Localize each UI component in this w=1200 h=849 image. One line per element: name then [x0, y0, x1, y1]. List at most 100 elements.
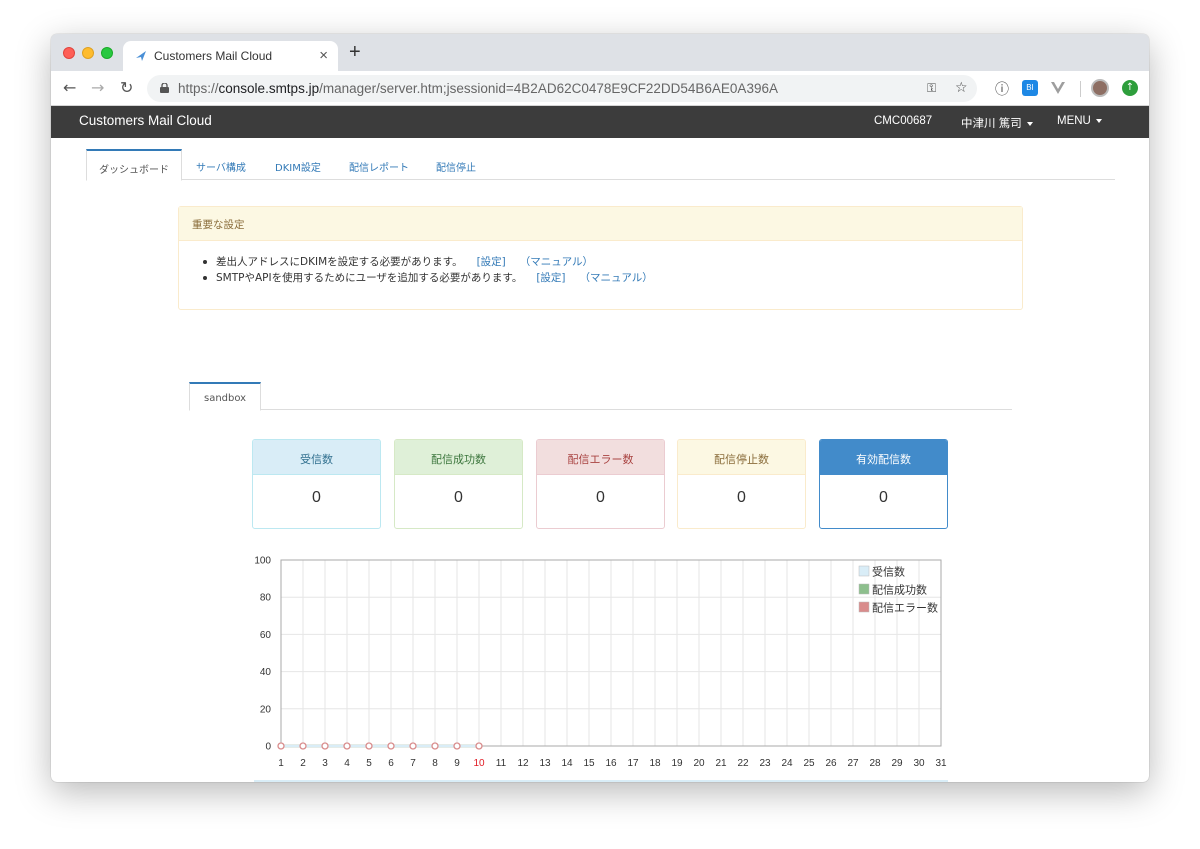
data-point	[475, 742, 483, 750]
tab-close-icon[interactable]: ×	[319, 47, 328, 64]
password-manager-icon[interactable]: ⓘ	[995, 79, 1009, 99]
back-icon[interactable]: ←	[63, 78, 76, 97]
stat-box-stopped: 配信停止数 0	[677, 439, 806, 529]
y-tick-label: 60	[260, 630, 272, 641]
caret-down-icon	[1095, 118, 1102, 123]
data-point	[277, 742, 285, 750]
app-navbar: Customers Mail Cloud CMC00687 中津川 篤司 MEN…	[51, 106, 1149, 138]
y-tick-label: 80	[260, 593, 272, 604]
delivery-chart: 0 20 40 60 80 100 1 2 3 4 5 6 7 8 9 10 11 12 13 14 15 16 17 18 1…	[241, 550, 961, 780]
settings-link[interactable]: [設定]	[477, 256, 506, 268]
x-tick-label: 11	[496, 758, 507, 769]
server-tabs: sandbox	[189, 382, 1012, 411]
panel-edge	[254, 780, 948, 782]
browser-window: Customers Mail Cloud × + ← → ↻ https://c…	[51, 34, 1149, 782]
tab-dashboard[interactable]: ダッシュボード	[86, 149, 182, 181]
stat-box-success: 配信成功数 0	[394, 439, 523, 529]
x-tick-label: 18	[649, 758, 661, 769]
x-tick-label: 3	[322, 758, 328, 769]
stat-value: 0	[879, 489, 888, 506]
minimize-window-button[interactable]	[82, 47, 94, 59]
new-tab-button[interactable]: +	[349, 42, 361, 62]
stat-value: 0	[596, 489, 605, 506]
tab-delivery-report[interactable]: 配信レポート	[349, 149, 409, 180]
stat-box-effective: 有効配信数 0	[819, 439, 948, 529]
bird-icon	[136, 51, 146, 61]
x-tick-label: 8	[432, 758, 438, 769]
chart-svg: 0204060801001 2 3 4 5 6 7 8 9 10 11 12 13 14 15 16 17 18 1…	[254, 556, 947, 770]
manual-link[interactable]: （マニュアル）	[580, 272, 653, 284]
main-tabs: ダッシュボード サーバ構成 DKIM設定 配信レポート 配信停止	[86, 149, 1115, 181]
caret-down-icon	[1026, 121, 1033, 126]
key-icon[interactable]: ⚿	[927, 81, 936, 96]
avatar[interactable]	[1091, 79, 1109, 97]
forward-icon[interactable]: →	[91, 78, 104, 97]
x-tick-label: 20	[693, 758, 705, 769]
tab-sandbox[interactable]: sandbox	[189, 382, 262, 411]
alert-item: 差出人アドレスにDKIMを設定する必要があります。 [設定] （マニュアル）	[203, 254, 1022, 270]
x-tick-label: 31	[935, 758, 947, 769]
x-tick-label: 30	[913, 758, 925, 769]
x-tick-label: 2	[300, 758, 306, 769]
x-tick-label: 9	[454, 758, 460, 769]
brand-logo[interactable]: Customers Mail Cloud	[79, 113, 212, 128]
data-point	[365, 742, 373, 750]
reload-icon[interactable]: ↻	[120, 78, 133, 97]
stat-label: 受信数	[253, 440, 380, 475]
vue-extension-icon[interactable]	[1051, 81, 1065, 95]
stat-box-received: 受信数 0	[252, 439, 381, 529]
data-point	[343, 742, 351, 750]
data-point	[453, 742, 461, 750]
stat-value: 0	[454, 489, 463, 506]
browser-tab[interactable]: Customers Mail Cloud ×	[123, 41, 338, 71]
main-menu[interactable]: MENU	[1057, 115, 1102, 127]
y-tick-label: 100	[254, 556, 271, 567]
y-tick-label: 40	[260, 667, 272, 678]
stat-label: 配信エラー数	[537, 440, 664, 475]
address-bar[interactable]: https://console.smtps.jp/manager/server.…	[147, 75, 977, 102]
close-window-button[interactable]	[63, 47, 75, 59]
x-tick-label: 28	[869, 758, 881, 769]
bi-extension-icon[interactable]: BI	[1022, 80, 1038, 96]
user-menu[interactable]: 中津川 篤司	[961, 115, 1033, 131]
y-tick-label: 20	[260, 704, 272, 715]
page-content: ダッシュボード サーバ構成 DKIM設定 配信レポート 配信停止 重要な設定 差…	[51, 138, 1149, 782]
update-icon[interactable]: ↑	[1122, 80, 1138, 96]
legend-label: 配信エラー数	[872, 602, 938, 615]
star-icon[interactable]: ☆	[955, 80, 968, 96]
settings-link[interactable]: [設定]	[536, 272, 565, 284]
x-tick-label: 21	[715, 758, 727, 769]
x-tick-label: 12	[517, 758, 529, 769]
stat-value: 0	[312, 489, 321, 506]
alert-item-text: SMTPやAPIを使用するためにユーザを追加する必要があります。	[216, 272, 523, 284]
x-tick-label: 24	[781, 758, 793, 769]
tab-server-config[interactable]: サーバ構成	[196, 149, 246, 180]
x-tick-label: 7	[410, 758, 416, 769]
legend-label: 受信数	[872, 566, 905, 579]
legend-swatch	[858, 583, 870, 595]
alert-item: SMTPやAPIを使用するためにユーザを追加する必要があります。 [設定] （マニュ…	[203, 270, 1022, 286]
important-settings-alert: 重要な設定 差出人アドレスにDKIMを設定する必要があります。 [設定] （マニュア…	[178, 206, 1023, 310]
url-text: https://console.smtps.jp/manager/server.…	[178, 81, 778, 96]
x-tick-label: 29	[891, 758, 903, 769]
x-tick-label: 14	[561, 758, 573, 769]
legend-label: 配信成功数	[872, 584, 927, 597]
tab-delivery-stop[interactable]: 配信停止	[436, 149, 476, 180]
x-tick-label: 13	[539, 758, 551, 769]
x-tick-label: 16	[605, 758, 617, 769]
x-tick-label: 1	[278, 758, 284, 769]
data-point	[409, 742, 417, 750]
x-tick-label: 22	[737, 758, 749, 769]
data-point	[299, 742, 307, 750]
data-point	[431, 742, 439, 750]
alert-item-text: 差出人アドレスにDKIMを設定する必要があります。	[216, 256, 463, 268]
data-point	[387, 742, 395, 750]
x-tick-label: 15	[583, 758, 595, 769]
stat-value: 0	[737, 489, 746, 506]
x-tick-label: 25	[803, 758, 815, 769]
lock-icon	[160, 83, 169, 93]
tab-dkim[interactable]: DKIM設定	[275, 149, 321, 180]
manual-link[interactable]: （マニュアル）	[520, 256, 593, 268]
alert-title: 重要な設定	[179, 207, 1022, 241]
maximize-window-button[interactable]	[101, 47, 113, 59]
